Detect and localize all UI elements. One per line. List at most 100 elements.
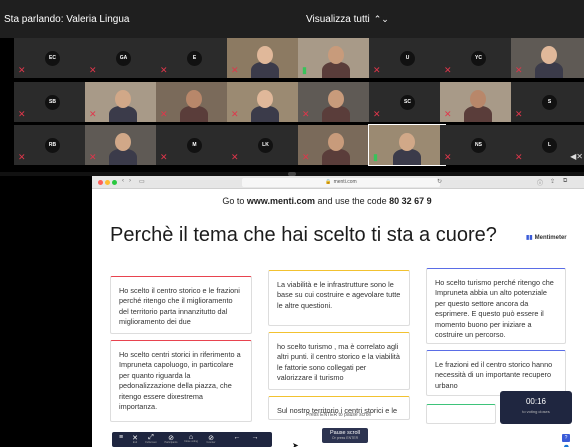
participant-tile[interactable]: NS ✕	[440, 125, 516, 165]
participants-button[interactable]: ⊘ Participants	[164, 434, 178, 444]
join-code: 80 32 67 9	[389, 196, 432, 206]
participant-tile[interactable]: SC ✕	[369, 82, 445, 122]
participant-tile[interactable]: ✕	[85, 125, 161, 165]
participant-video	[109, 106, 137, 122]
arrow-left-icon: ←	[233, 434, 241, 441]
mic-muted-icon: ✕	[515, 65, 523, 75]
pause-scroll-button[interactable]: Pause scroll Or press ENTER	[322, 428, 368, 443]
participant-video	[393, 149, 421, 165]
pause-hint: Press ENTER to pause scroll	[306, 412, 371, 418]
qa-icon[interactable]: ?	[562, 434, 570, 442]
address-bar[interactable]: 🔒 menti.com	[242, 178, 440, 187]
mic-muted-icon: ✕	[160, 152, 168, 162]
participant-video	[322, 106, 350, 122]
question-title: Perchè il tema che hai scelto ti sta a c…	[110, 224, 497, 246]
counter-label: Counter	[206, 441, 216, 444]
participant-initials: SC	[400, 95, 415, 110]
participant-video	[251, 106, 279, 122]
participant-tile[interactable]: LK ✕	[227, 125, 303, 165]
mic-muted-icon: ✕	[444, 109, 452, 119]
mic-muted-icon: ✕	[18, 109, 26, 119]
fullscreen-button[interactable]: ⤢ Fullscreen	[144, 434, 158, 444]
participant-initials: EC	[45, 51, 60, 66]
browser-window: ‹ › ▭ 🔒 menti.com ↻ ⓘ ⇪ ⧉ Go to www.menti…	[92, 176, 584, 447]
counter-button[interactable]: ⊘ Counter	[204, 434, 218, 444]
brand-name: Mentimeter	[534, 235, 567, 241]
participant-tile[interactable]: L ✕ ◀✕	[511, 125, 584, 165]
mic-muted-icon: ✕	[89, 65, 97, 75]
forward-icon[interactable]: ›	[129, 178, 131, 184]
reload-icon[interactable]: ↻	[437, 178, 442, 185]
view-all-button[interactable]: Visualizza tutti ⌃⌄	[306, 14, 389, 25]
participant-tile[interactable]: ▮	[368, 124, 446, 166]
participant-tile[interactable]: ✕	[511, 38, 584, 78]
mic-muted-icon: ✕	[515, 109, 523, 119]
participant-grid: EC ✕ GA ✕ E ✕ ✕ ▮ U ✕ YC ✕ ✕ SB ✕ ✕ ✕ ✕ ✕ SC ✕ ✕ S ✕ RB ✕ ✕ M ✕ LK ✕ ✕ ▮…	[14, 38, 584, 172]
participant-tile[interactable]: U ✕	[369, 38, 445, 78]
participant-tile[interactable]: SB ✕	[14, 82, 90, 122]
participant-tile[interactable]: ✕	[85, 82, 161, 122]
participant-face	[399, 133, 415, 151]
arrow-right-icon: →	[251, 434, 259, 441]
exit-button[interactable]: ✕ Exit	[128, 434, 142, 444]
mouse-cursor-icon: ➤	[292, 441, 299, 447]
participant-face	[328, 133, 344, 151]
participant-tile[interactable]: GA ✕	[85, 38, 161, 78]
participant-face	[257, 90, 273, 108]
participant-tile[interactable]: M ✕	[156, 125, 232, 165]
participant-tile[interactable]: ✕	[298, 125, 374, 165]
minimize-window-button[interactable]	[105, 180, 110, 185]
close-voting-label: Close voting	[184, 440, 198, 443]
response-card: Ho scelto turismo perché ritengo che Imp…	[426, 268, 566, 344]
participant-tile[interactable]: ✕	[227, 82, 303, 122]
participant-face	[115, 90, 131, 108]
participant-face	[257, 46, 273, 64]
timer-label: to voting closes	[522, 409, 550, 414]
participant-tile[interactable]: EC ✕	[14, 38, 90, 78]
participant-video	[109, 149, 137, 165]
participant-video	[322, 149, 350, 165]
browser-toolbar: ‹ › ▭ 🔒 menti.com ↻ ⓘ ⇪ ⧉	[92, 176, 584, 189]
participant-initials: M	[187, 138, 202, 153]
share-icon[interactable]: ⇪	[550, 178, 555, 185]
participant-initials: LK	[258, 138, 273, 153]
participant-tile[interactable]: ✕	[440, 82, 516, 122]
tabs-icon[interactable]: ⧉	[563, 178, 567, 185]
participant-tile[interactable]: ✕	[156, 82, 232, 122]
participant-video	[535, 62, 563, 78]
participant-tile[interactable]: RB ✕	[14, 125, 90, 165]
back-icon[interactable]: ‹	[122, 178, 124, 184]
participant-face	[541, 46, 557, 64]
mic-muted-icon: ✕	[89, 109, 97, 119]
participant-tile[interactable]: YC ✕	[440, 38, 516, 78]
close-voting-button[interactable]: ⌂ Close voting	[184, 434, 198, 443]
conference-header: Sta parlando: Valeria Lingua Visualizza …	[0, 0, 584, 38]
info-icon[interactable]: ⓘ	[537, 178, 543, 187]
mentimeter-presentation: Go to www.menti.com and use the code 80 …	[92, 190, 584, 447]
previous-slide-button[interactable]: ←	[230, 434, 244, 441]
participant-initials: S	[542, 95, 557, 110]
next-slide-button[interactable]: →	[248, 434, 262, 441]
participant-initials: GA	[116, 51, 131, 66]
menu-button[interactable]: ≡	[114, 434, 128, 441]
participant-tile[interactable]: S ✕	[511, 82, 584, 122]
presenter-toolbar: ≡ ✕ Exit ⤢ Fullscreen ⊘ Participants ⌂ Close…	[112, 432, 272, 447]
mic-muted-icon: ✕	[160, 109, 168, 119]
active-speaker-label: Sta parlando: Valeria Lingua	[4, 14, 130, 25]
join-middle: and use the code	[315, 196, 390, 206]
expand-icon: ⤢	[148, 434, 154, 441]
response-card: Ho scelto centri storici in riferimento …	[110, 340, 252, 422]
participant-tile[interactable]: ▮	[298, 38, 374, 78]
sidebar-icon[interactable]: ▭	[139, 178, 145, 185]
maximize-window-button[interactable]	[112, 180, 117, 185]
close-window-button[interactable]	[98, 180, 103, 185]
participant-tile[interactable]: ✕	[227, 38, 303, 78]
participants-label: Participants	[164, 441, 178, 444]
join-prefix: Go to	[222, 196, 247, 206]
participant-face	[328, 46, 344, 64]
participant-tile[interactable]: E ✕	[156, 38, 232, 78]
participant-tile[interactable]: ✕	[298, 82, 374, 122]
participant-initials: E	[187, 51, 202, 66]
response-card: Ho scelto il centro storico e le frazion…	[110, 276, 252, 334]
mic-muted-icon: ✕	[444, 65, 452, 75]
